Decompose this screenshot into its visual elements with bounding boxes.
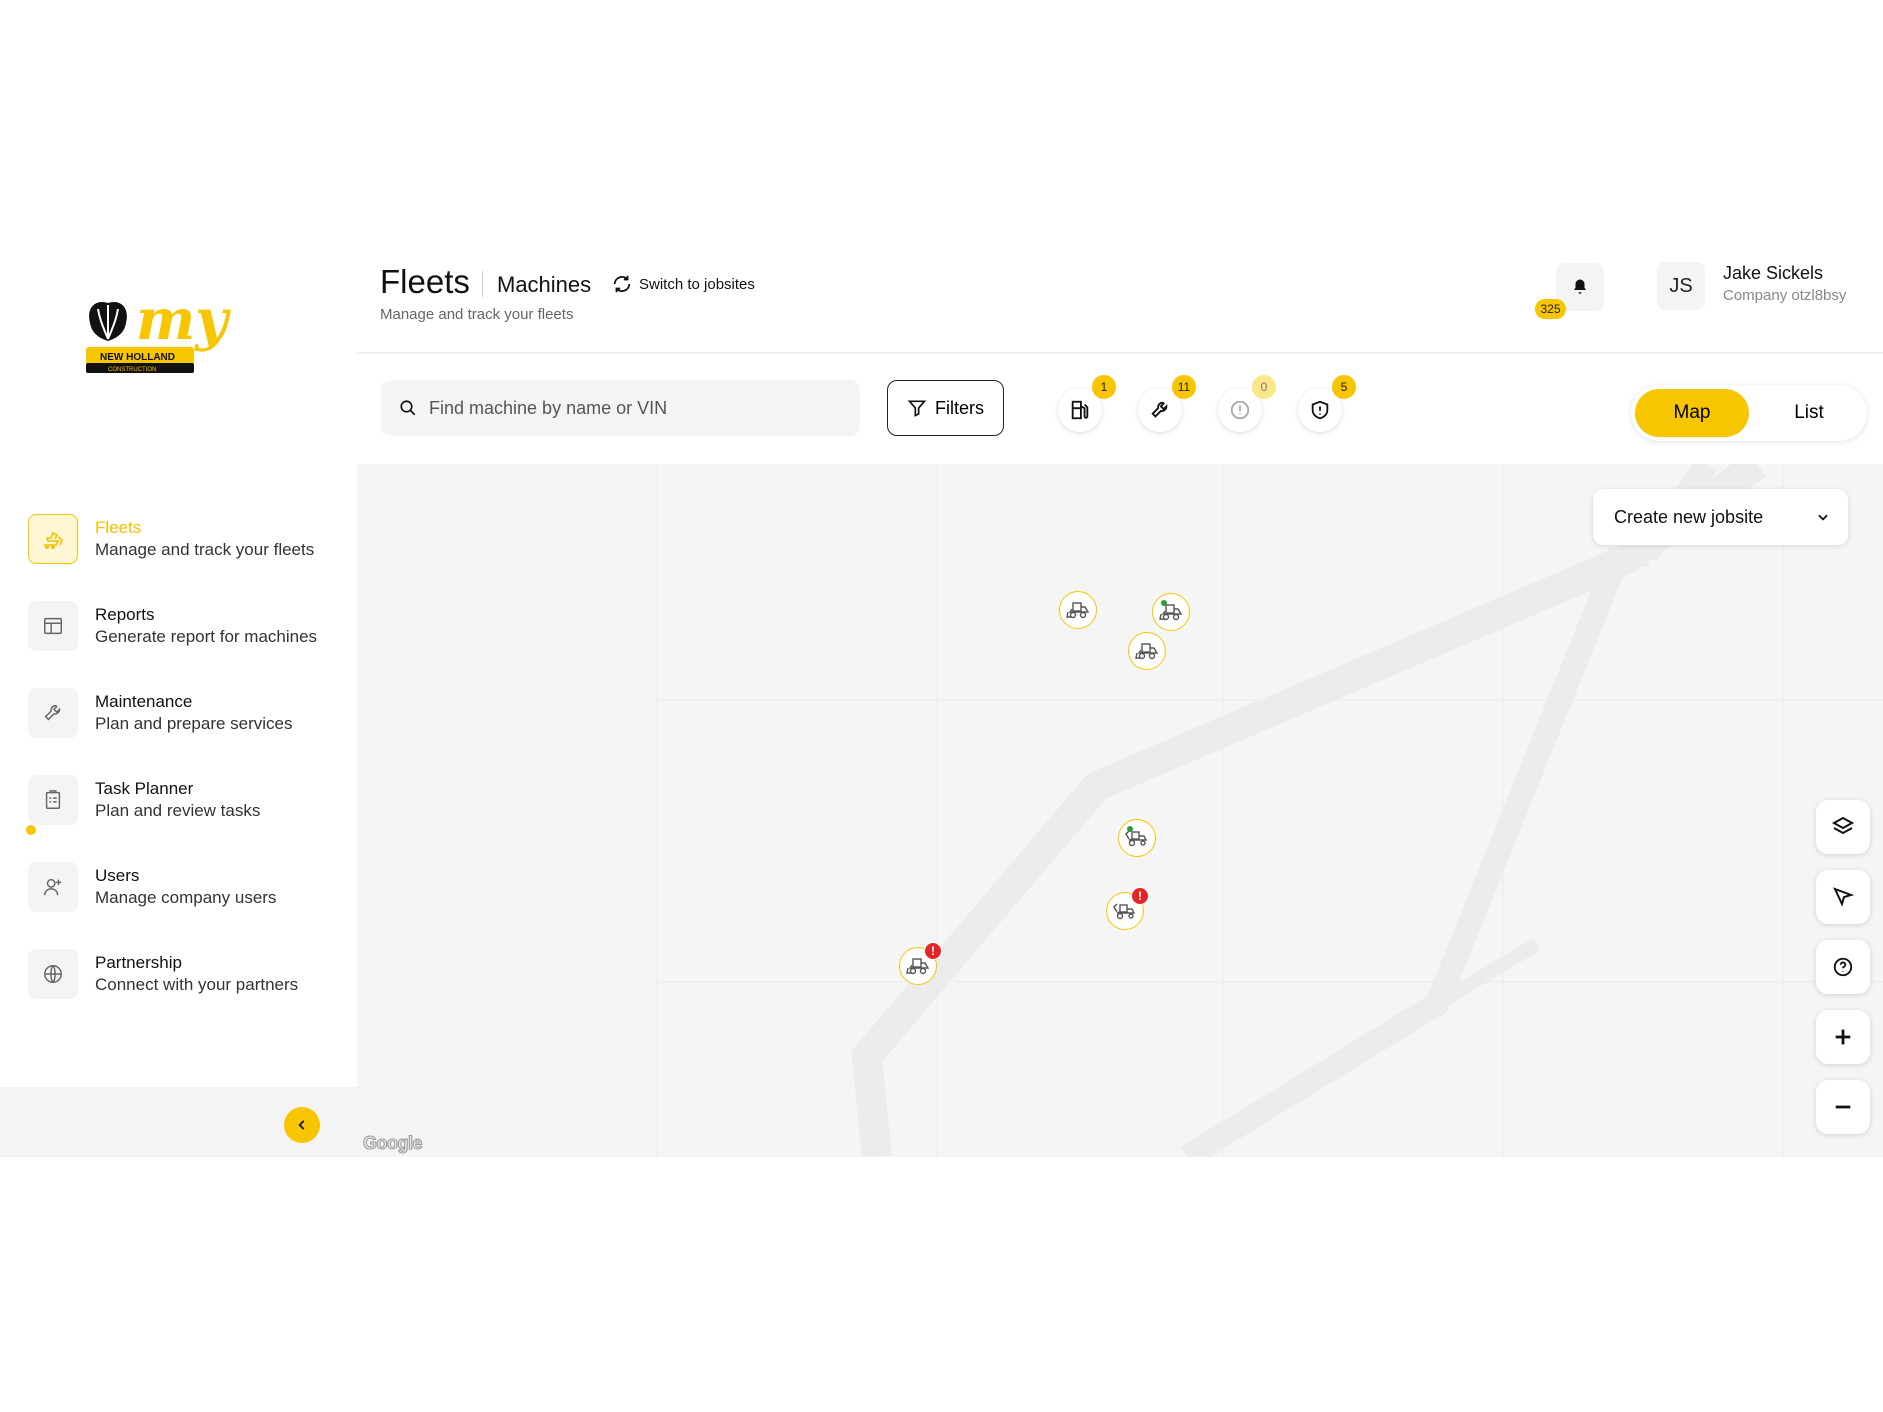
sidebar-item-title: Partnership	[95, 953, 182, 972]
machine-marker[interactable]	[1118, 819, 1156, 857]
collapse-sidebar-button[interactable]	[284, 1107, 320, 1143]
loader-machine-icon	[1135, 643, 1159, 660]
machine-marker[interactable]: !	[899, 942, 942, 985]
map-view-toggle[interactable]: Map	[1635, 389, 1749, 437]
sidebar-item-fleets[interactable]: Fleets Manage and track your fleets	[28, 509, 348, 569]
sidebar-item-title: Maintenance	[95, 692, 193, 711]
wrench-icon	[1151, 401, 1168, 418]
search-box[interactable]	[381, 380, 860, 436]
user-company: Company otzl8bsy	[1723, 287, 1847, 304]
alert-badge: !	[924, 942, 942, 960]
machine-marker[interactable]	[1128, 632, 1166, 670]
sidebar-item-subtitle: Plan and prepare services	[95, 714, 293, 733]
clipboard-icon	[28, 775, 78, 825]
layers-button[interactable]	[1816, 800, 1870, 854]
online-status-dot	[1127, 826, 1133, 832]
filters-label: Filters	[935, 397, 984, 418]
zoom-out-button[interactable]	[1816, 1080, 1870, 1134]
refresh-icon	[613, 275, 631, 293]
logo-caption: NEW HOLLAND	[100, 352, 175, 363]
machine-marker[interactable]	[1059, 591, 1097, 629]
backhoe-machine-icon	[1113, 903, 1136, 920]
chevron-left-icon	[298, 1120, 305, 1130]
user-name[interactable]: Jake Sickels	[1723, 263, 1823, 284]
notifications-count-badge: 325	[1535, 299, 1566, 319]
sidebar-item-title: Task Planner	[95, 779, 194, 798]
bell-icon	[1574, 279, 1586, 294]
sidebar-item-subtitle: Manage and track your fleets	[95, 540, 315, 559]
status-count-badge: 0	[1252, 375, 1276, 399]
excavator-icon	[28, 514, 78, 564]
sidebar-item-reports[interactable]: Reports Generate report for machines	[28, 596, 348, 656]
page-header: Fleets Machines Switch to jobsites Manag…	[357, 257, 1883, 353]
logo-word: my	[136, 295, 231, 353]
main-content: Fleets Machines Switch to jobsites Manag…	[357, 257, 1883, 1157]
filters-button[interactable]: Filters	[887, 380, 1004, 436]
layers-icon	[1831, 816, 1855, 835]
sidebar-item-subtitle: Manage company users	[95, 888, 277, 907]
add-user-icon	[28, 862, 78, 912]
page-title: Fleets	[380, 263, 470, 300]
sidebar-item-title: Users	[95, 866, 140, 885]
google-attribution: Google	[363, 1133, 424, 1154]
tab-machines[interactable]: Machines	[497, 272, 591, 298]
sidebar-item-subtitle: Plan and review tasks	[95, 801, 261, 820]
machine-marker[interactable]	[1152, 593, 1190, 631]
fuel-icon	[1071, 400, 1089, 420]
report-layout-icon	[28, 601, 78, 651]
security-status-button[interactable]: 5	[1298, 375, 1356, 432]
status-count-badge: 5	[1332, 375, 1356, 399]
app-window: NEW HOLLAND CONSTRUCTION my Fleets Manag…	[0, 257, 1883, 1157]
help-icon	[1833, 957, 1853, 977]
search-icon	[400, 400, 416, 416]
sidebar-item-users[interactable]: Users Manage company users	[28, 857, 348, 917]
title-divider	[482, 271, 483, 297]
shield-alert-icon	[1311, 400, 1329, 420]
alerts-status-button[interactable]: 0	[1218, 375, 1276, 432]
sidebar-item-maintenance[interactable]: Maintenance Plan and prepare services	[28, 683, 348, 743]
wrench-icon	[28, 688, 78, 738]
search-input[interactable]	[429, 397, 849, 419]
zoom-out-icon	[1835, 1105, 1851, 1109]
sidebar-item-partnership[interactable]: Partnership Connect with your partners	[28, 944, 348, 1004]
page-description: Manage and track your fleets	[380, 306, 574, 323]
zoom-in-button[interactable]	[1816, 1010, 1870, 1064]
logo-subcaption: CONSTRUCTION	[108, 367, 156, 373]
maintenance-status-button[interactable]: 11	[1138, 375, 1196, 432]
list-view-toggle[interactable]: List	[1755, 389, 1863, 437]
switch-label: Switch to jobsites	[639, 275, 755, 293]
status-count-badge: 11	[1172, 375, 1196, 399]
sidebar-item-title: Reports	[95, 605, 155, 624]
create-jobsite-dropdown[interactable]: Create new jobsite	[1593, 489, 1848, 545]
loader-machine-icon	[1066, 602, 1090, 619]
brand-logo[interactable]: NEW HOLLAND CONSTRUCTION my	[82, 287, 262, 379]
map-roads	[656, 464, 1883, 1157]
fuel-status-button[interactable]: 1	[1058, 375, 1116, 432]
help-button[interactable]	[1816, 940, 1870, 994]
online-status-dot	[1161, 600, 1167, 606]
jobsite-dropdown-label: Create new jobsite	[1614, 506, 1764, 527]
zoom-in-icon	[1835, 1029, 1851, 1045]
fleet-map[interactable]: Create new jobsite ! ! Google	[357, 464, 1883, 1157]
alert-circle-icon	[1230, 400, 1250, 420]
fleet-toolbar: Filters 1 11 0 5 Map List	[357, 354, 1883, 464]
view-toggle: Map List	[1631, 385, 1867, 441]
status-count-badge: 1	[1092, 375, 1116, 399]
loader-machine-icon	[906, 958, 930, 975]
locate-arrow-icon	[1833, 887, 1855, 907]
sidebar-item-task-planner[interactable]: Task Planner Plan and review tasks	[28, 770, 348, 830]
avatar[interactable]: JS	[1657, 262, 1705, 310]
locate-button[interactable]	[1816, 870, 1870, 924]
globe-icon	[28, 949, 78, 999]
sidebar-item-subtitle: Generate report for machines	[95, 627, 318, 646]
alert-badge: !	[1131, 887, 1149, 905]
chevron-down-icon	[1818, 514, 1828, 521]
filter-funnel-icon	[907, 400, 927, 417]
sidebar: NEW HOLLAND CONSTRUCTION my Fleets Manag…	[0, 257, 357, 1157]
sidebar-item-title: Fleets	[95, 518, 142, 537]
task-planner-indicator-dot	[26, 825, 36, 835]
switch-to-jobsites-link[interactable]: Switch to jobsites	[611, 273, 755, 295]
machine-marker[interactable]: !	[1106, 887, 1149, 930]
sidebar-item-subtitle: Connect with your partners	[95, 975, 299, 994]
